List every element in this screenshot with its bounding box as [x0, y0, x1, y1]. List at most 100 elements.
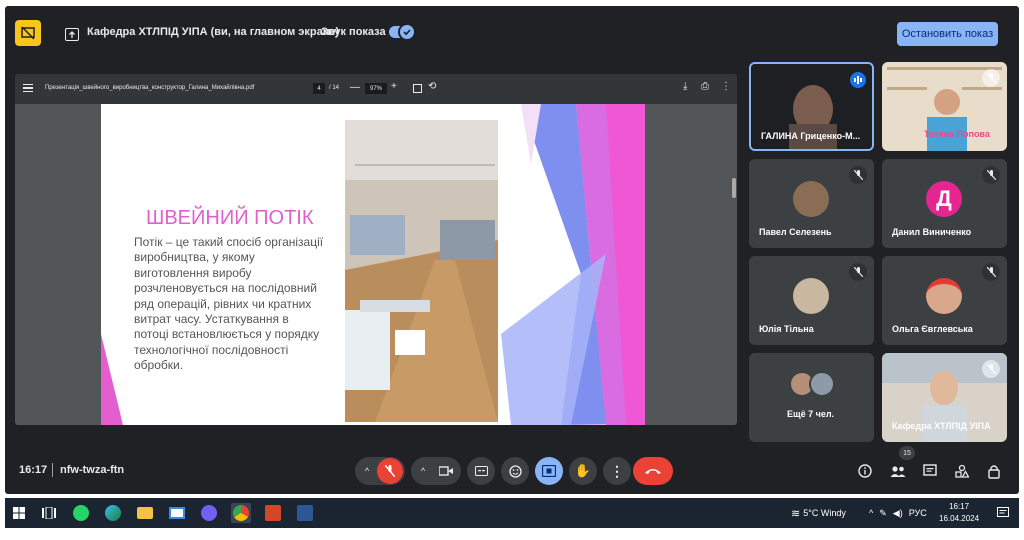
avatar — [793, 181, 829, 217]
language-indicator[interactable]: РУС — [909, 508, 927, 518]
speaking-indicator-icon — [850, 72, 866, 88]
tray-icons[interactable]: ^ ✎ ◀) РУС — [869, 498, 927, 528]
chrome-icon[interactable] — [231, 503, 251, 523]
menu-icon[interactable] — [23, 84, 33, 92]
info-icon[interactable] — [856, 462, 874, 480]
raise-hand-button[interactable]: ✋ — [569, 457, 597, 485]
emoji-icon — [508, 464, 522, 478]
zoom-out-button[interactable]: — — [350, 82, 360, 93]
mic-control[interactable]: ^ — [355, 457, 405, 485]
hang-up-icon — [645, 469, 661, 474]
pdf-scrollbar[interactable] — [732, 108, 736, 348]
page-total: / 14 — [329, 85, 340, 91]
slide-title: ШВЕЙНИЙ ПОТІК — [146, 207, 314, 229]
wind-icon: ≋ — [791, 507, 801, 520]
avatar — [809, 371, 835, 397]
pdf-viewer: Презентація_швейного_виробництва_констру… — [15, 74, 737, 425]
zoom-in-button[interactable]: + — [391, 81, 397, 92]
participant-tile[interactable]: Тетяна Попова — [882, 62, 1007, 151]
start-icon[interactable] — [9, 503, 29, 523]
stop-presenting-button[interactable]: Остановить показ — [897, 22, 998, 46]
mic-off-icon — [982, 360, 1000, 378]
whatsapp-icon[interactable] — [71, 503, 91, 523]
mic-off-icon — [849, 263, 867, 281]
edge-icon[interactable] — [103, 503, 123, 523]
notifications-icon[interactable] — [993, 503, 1013, 523]
mic-off-icon — [982, 69, 1000, 87]
chevron-up-icon[interactable]: ^ — [869, 508, 873, 518]
participant-name: Данил Виниченко — [892, 227, 972, 237]
page-number-input[interactable]: 4 — [313, 83, 325, 94]
camera-control[interactable]: ^ — [411, 457, 461, 485]
participant-name: Юлія Тільна — [759, 324, 814, 334]
weather-widget[interactable]: ≋ 5°C Windy — [791, 498, 846, 528]
leave-call-button[interactable] — [633, 457, 673, 485]
presentation-title: Кафедра ХТЛПІД УІПА (ви, на главном экра… — [87, 26, 340, 38]
mic-off-icon — [982, 166, 1000, 184]
participant-name: Ещё 7 чел. — [787, 409, 835, 419]
participant-name: Кафедра ХТЛПІД УІПА — [892, 421, 991, 431]
more-vert-icon[interactable]: ⋮ — [721, 81, 731, 92]
host-controls-icon[interactable] — [985, 462, 1003, 480]
meeting-code: nfw-twza-ftn — [60, 464, 125, 476]
sound-share-toggle[interactable] — [389, 23, 416, 41]
share-screen-icon — [65, 28, 79, 41]
more-options-button[interactable]: ⋮ — [603, 457, 631, 485]
download-icon[interactable]: ⤓ — [683, 81, 687, 92]
task-view-icon[interactable] — [39, 503, 59, 523]
os-taskbar: ≋ 5°C Windy ^ ✎ ◀) РУС 16:17 16.04.2024 — [5, 498, 1019, 528]
avatar: Д — [926, 181, 962, 217]
pdf-toolbar: Презентація_швейного_виробництва_констру… — [15, 74, 737, 104]
check-icon — [398, 23, 416, 41]
participant-name: Тетяна Попова — [924, 129, 990, 139]
system-clock[interactable]: 16:17 16.04.2024 — [939, 501, 979, 525]
zoom-input[interactable]: 97% — [365, 83, 387, 94]
hand-icon: ✋ — [574, 463, 592, 478]
captions-icon — [474, 466, 488, 476]
participant-name: Павел Селезень — [759, 227, 832, 237]
file-explorer-icon[interactable] — [135, 503, 155, 523]
meeting-time: 16:17 — [19, 464, 48, 476]
mic-off-icon — [982, 263, 1000, 281]
activities-icon[interactable] — [953, 462, 971, 480]
participant-name: Ольга Євглевська — [892, 324, 973, 334]
emoji-button[interactable] — [501, 457, 529, 485]
present-icon — [542, 465, 556, 477]
captions-button[interactable] — [467, 457, 495, 485]
chat-icon[interactable] — [921, 462, 939, 480]
mail-icon[interactable] — [167, 503, 187, 523]
clock-date: 16.04.2024 — [939, 514, 980, 523]
volume-icon[interactable]: ◀) — [893, 508, 903, 519]
avatar — [793, 278, 829, 314]
pen-icon[interactable]: ✎ — [879, 508, 887, 519]
people-icon[interactable] — [889, 462, 907, 480]
slide-body-text: Потік – це такий спосіб організації виро… — [134, 235, 324, 373]
mic-off-icon[interactable] — [377, 458, 403, 484]
participant-tile[interactable]: Д Данил Виниченко — [882, 159, 1007, 248]
meet-window: Кафедра ХТЛПІД УІПА (ви, на главном экра… — [5, 6, 1019, 494]
participant-tile[interactable]: Кафедра ХТЛПІД УІПА — [882, 353, 1007, 442]
participant-tile[interactable]: ГАЛИНА Гриценко-М... — [749, 62, 874, 151]
participant-tile[interactable]: Ольга Євглевська — [882, 256, 1007, 345]
powerpoint-icon[interactable] — [263, 503, 283, 523]
word-icon[interactable] — [295, 503, 315, 523]
rotate-icon[interactable]: ⟲ — [428, 81, 436, 92]
viber-icon[interactable] — [199, 503, 219, 523]
presentation-topbar: Кафедра ХТЛПІД УІПА (ви, на главном экра… — [5, 6, 1019, 56]
fit-page-icon[interactable] — [413, 84, 422, 93]
camera-off-icon[interactable] — [433, 466, 459, 476]
mic-off-icon — [849, 166, 867, 184]
participant-name: ГАЛИНА Гриценко-М... — [761, 131, 861, 141]
more-participants-tile[interactable]: Ещё 7 чел. — [749, 353, 874, 442]
chevron-up-icon[interactable]: ^ — [357, 466, 377, 476]
participant-count-badge: 15 — [899, 446, 915, 460]
chevron-up-icon[interactable]: ^ — [413, 466, 433, 476]
print-icon[interactable]: ⎙ — [701, 81, 709, 92]
participant-tile[interactable]: Павел Селезень — [749, 159, 874, 248]
weather-text: 5°C Windy — [803, 508, 846, 518]
meeting-controls-bar: 16:17 nfw-twza-ftn ^ ^ ✋ ⋮ 15 — [5, 446, 1019, 494]
clock-time: 16:17 — [949, 502, 970, 511]
present-now-button[interactable] — [535, 457, 563, 485]
participant-tile[interactable]: Юлія Тільна — [749, 256, 874, 345]
workshop-photo — [345, 120, 498, 422]
